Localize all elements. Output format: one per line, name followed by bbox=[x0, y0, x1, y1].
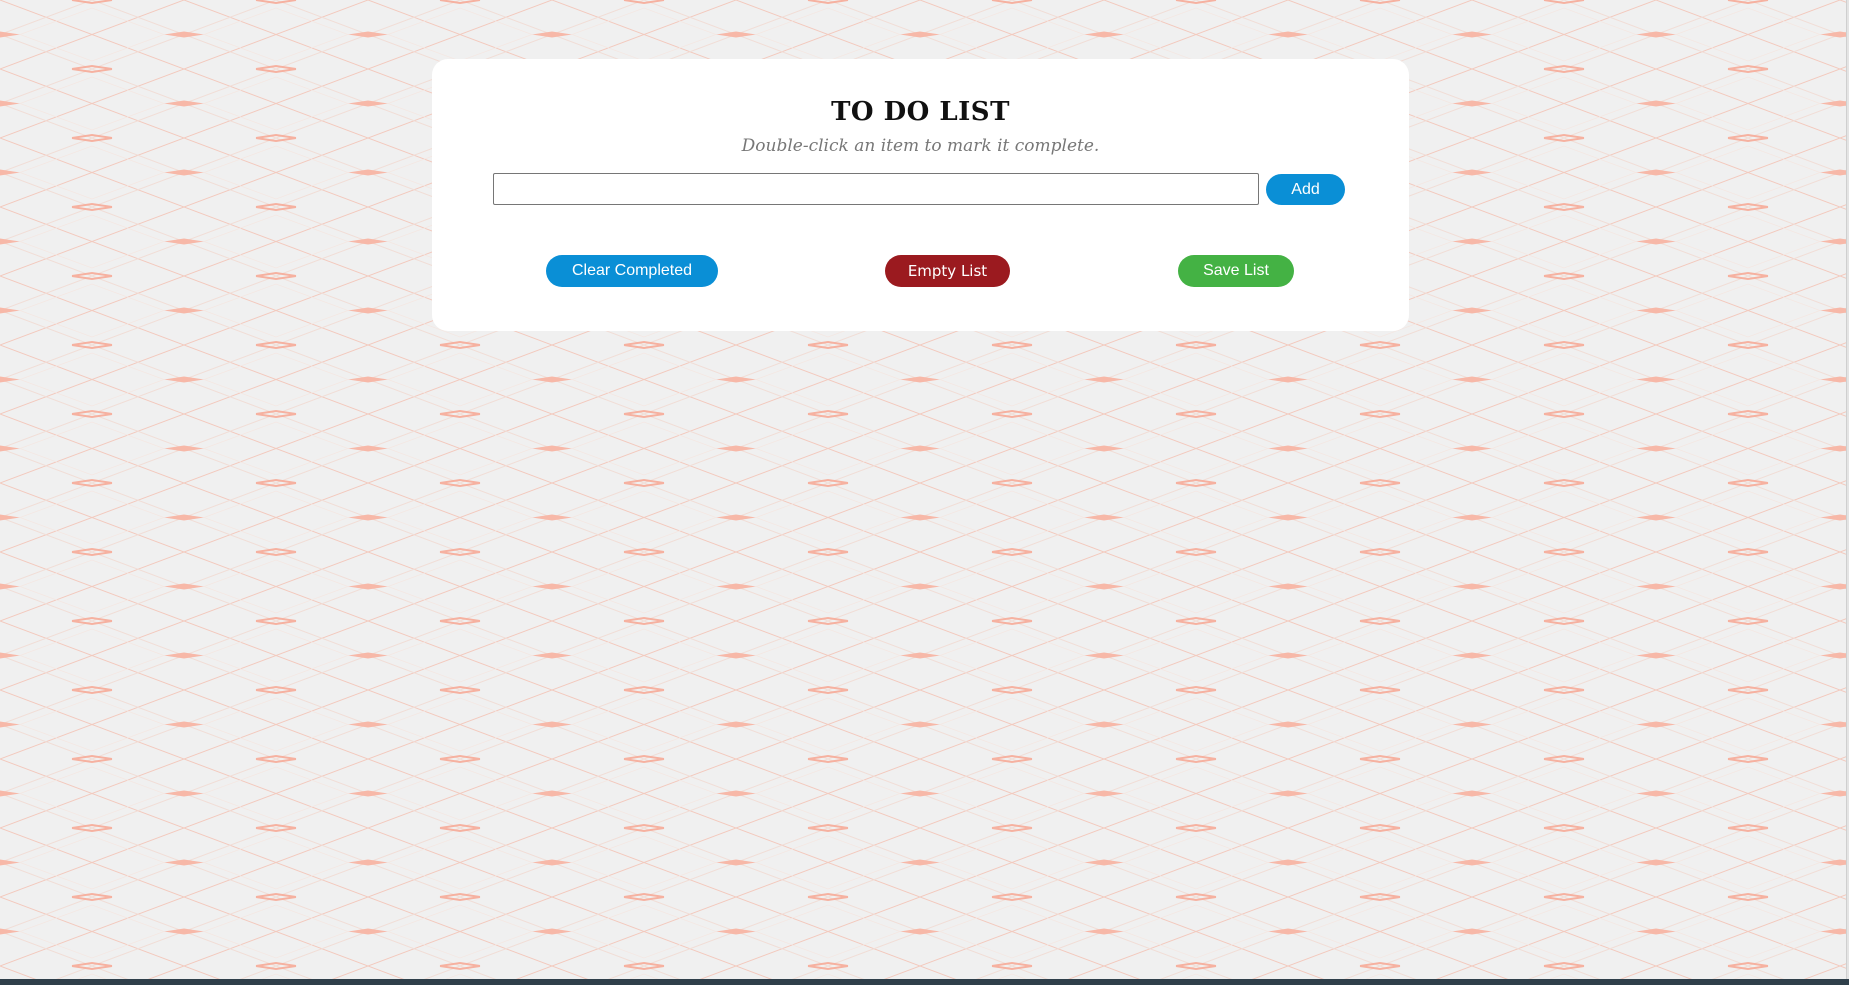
window-bottom-edge bbox=[0, 979, 1849, 985]
page-subtitle: Double-click an item to mark it complete… bbox=[741, 136, 1100, 156]
page-title: TO DO LIST bbox=[831, 97, 1010, 127]
empty-list-button[interactable]: Empty List bbox=[885, 255, 1010, 287]
clear-completed-button[interactable]: Clear Completed bbox=[546, 255, 718, 287]
add-button[interactable]: Add bbox=[1266, 174, 1345, 205]
save-list-button[interactable]: Save List bbox=[1178, 255, 1294, 287]
todo-card: TO DO LIST Double-click an item to mark … bbox=[432, 59, 1409, 331]
task-input[interactable] bbox=[493, 173, 1259, 205]
